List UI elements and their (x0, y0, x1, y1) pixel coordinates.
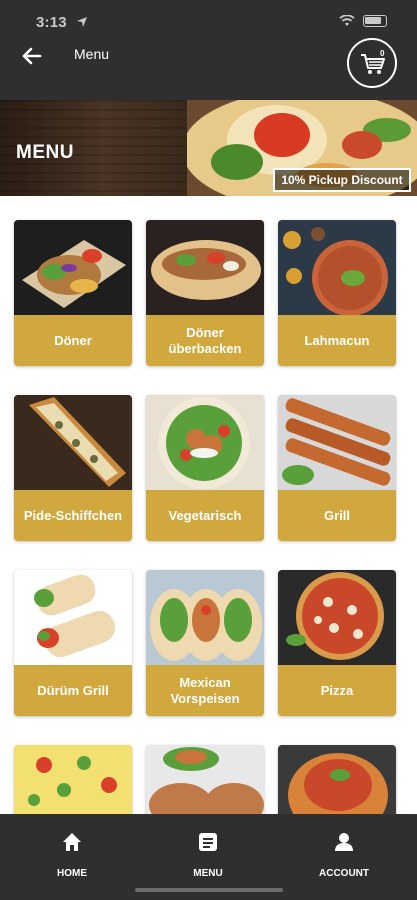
durum-image (14, 570, 132, 665)
status-time: 3:13 (36, 14, 67, 31)
menu-card-label: Pizza (278, 665, 396, 716)
doner-flatbread-image (146, 220, 264, 315)
menu-card-grill[interactable]: Grill (278, 395, 396, 541)
menu-list-icon (199, 833, 217, 851)
wifi-icon (339, 15, 355, 26)
pizza-image (278, 570, 396, 665)
cart-count-badge: 0 (380, 49, 385, 58)
vegetarian-image (146, 395, 264, 490)
menu-grid: Döner Döner überbacken Lahmacun Pide-Sch… (0, 196, 417, 814)
menu-card-pizza[interactable]: Pizza (278, 570, 396, 716)
tab-home-label: HOME (57, 868, 87, 879)
menu-card-durum-grill[interactable]: Dürüm Grill (14, 570, 132, 716)
doner-image (14, 220, 132, 315)
spaghetti-image (278, 745, 396, 814)
grill-image (278, 395, 396, 490)
tab-menu[interactable]: MENU (158, 814, 258, 894)
menu-card-doner-uberbacken[interactable]: Döner überbacken (146, 220, 264, 366)
back-arrow-icon[interactable] (18, 42, 46, 70)
location-arrow-icon (77, 17, 87, 27)
menu-card-label: Döner überbacken (146, 315, 264, 366)
user-icon (335, 833, 353, 851)
app-header: 3:13 Menu 0 (0, 0, 417, 100)
menu-card-label: Grill (278, 490, 396, 541)
home-icon (63, 833, 81, 851)
menu-card-gratin[interactable] (14, 745, 132, 814)
menu-card-doner[interactable]: Döner (14, 220, 132, 366)
pickup-discount-badge: 10% Pickup Discount (273, 168, 411, 192)
menu-card-vegetarisch[interactable]: Vegetarisch (146, 395, 264, 541)
battery-icon (363, 15, 387, 27)
page-title: Menu (74, 46, 110, 62)
menu-card-pide-schiffchen[interactable]: Pide-Schiffchen (14, 395, 132, 541)
menu-card-label: Pide-Schiffchen (14, 490, 132, 541)
tacos-image (146, 570, 264, 665)
menu-card-label: Dürüm Grill (14, 665, 132, 716)
gratin-image (14, 745, 132, 814)
menu-card-lahmacun[interactable]: Lahmacun (278, 220, 396, 366)
nav-bar: Menu 0 (0, 38, 417, 88)
cart-button[interactable]: 0 (347, 38, 397, 88)
lahmacun-image (278, 220, 396, 315)
menu-card-label: Lahmacun (278, 315, 396, 366)
menu-card-stuffed-pita[interactable] (146, 745, 264, 814)
banner-title: MENU (16, 142, 74, 163)
menu-card-label: Vegetarisch (146, 490, 264, 541)
tab-account-label: ACCOUNT (319, 868, 369, 879)
status-icons (339, 15, 387, 27)
menu-card-mexican-vorspeisen[interactable]: Mexican Vorspeisen (146, 570, 264, 716)
tab-account[interactable]: ACCOUNT (294, 814, 394, 894)
stuffed-pita-image (146, 745, 264, 814)
tab-home[interactable]: HOME (22, 814, 122, 894)
home-indicator[interactable] (135, 888, 283, 892)
menu-card-spaghetti[interactable] (278, 745, 396, 814)
menu-card-label: Mexican Vorspeisen (146, 665, 264, 716)
menu-card-label: Döner (14, 315, 132, 366)
tab-menu-label: MENU (193, 868, 223, 879)
pide-image (14, 395, 132, 490)
